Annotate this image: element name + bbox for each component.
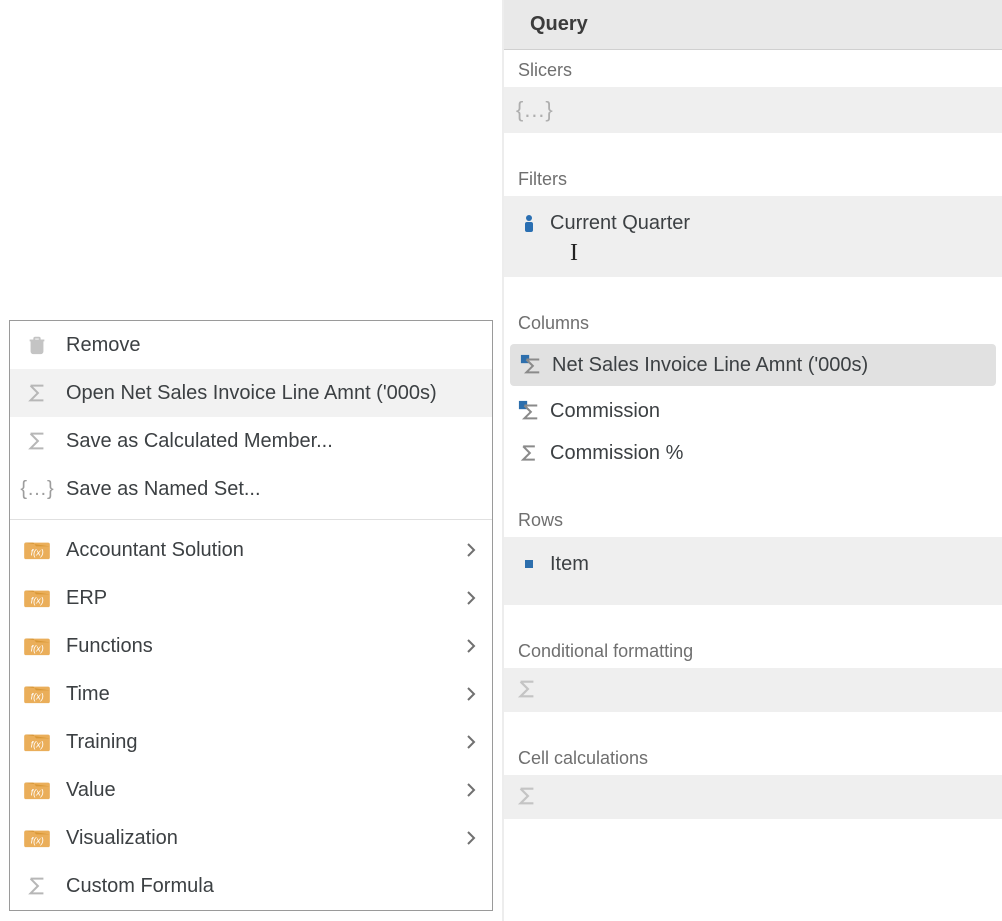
- menu-folder-accountant-solution[interactable]: f(x) Accountant Solution: [10, 526, 492, 574]
- menu-label: Save as Calculated Member...: [66, 430, 478, 453]
- chevron-right-icon: [464, 543, 478, 557]
- trash-icon: [22, 334, 52, 356]
- columns-dropzone[interactable]: Net Sales Invoice Line Amnt ('000s) Comm…: [504, 340, 1002, 474]
- section-label: Cell calculations: [504, 738, 1002, 775]
- chevron-right-icon: [464, 783, 478, 797]
- svg-text:f(x): f(x): [31, 788, 44, 798]
- query-panel: Query Slicers {…} Filters Current Quarte: [504, 0, 1002, 921]
- chevron-right-icon: [464, 735, 478, 749]
- menu-item-remove[interactable]: Remove: [10, 321, 492, 369]
- column-item-label: Net Sales Invoice Line Amnt ('000s): [552, 354, 868, 377]
- row-item-label: Item: [550, 553, 589, 576]
- chevron-right-icon: [464, 831, 478, 845]
- menu-item-save-named-set[interactable]: {…} Save as Named Set...: [10, 465, 492, 513]
- folder-fx-icon: f(x): [22, 779, 52, 801]
- text-cursor-icon: I: [570, 240, 578, 266]
- menu-item-custom-formula[interactable]: Custom Formula: [10, 862, 492, 910]
- section-label: Conditional formatting: [504, 631, 1002, 668]
- menu-label: Accountant Solution: [66, 539, 464, 562]
- context-menu: Remove Open Net Sales Invoice Line Amnt …: [9, 320, 493, 911]
- menu-folder-time[interactable]: f(x) Time: [10, 670, 492, 718]
- folder-fx-icon: f(x): [22, 731, 52, 753]
- chevron-right-icon: [464, 687, 478, 701]
- section-label: Rows: [504, 500, 1002, 537]
- sigma-icon: [516, 443, 542, 463]
- column-item-label: Commission %: [550, 442, 683, 465]
- calculated-measure-icon: [518, 354, 544, 376]
- member-icon: [516, 213, 542, 233]
- section-label: Filters: [504, 159, 1002, 196]
- menu-label: Open Net Sales Invoice Line Amnt ('000s): [66, 382, 478, 405]
- sigma-icon: [22, 382, 52, 404]
- filters-dropzone[interactable]: Current Quarter I: [504, 196, 1002, 277]
- sigma-placeholder-icon: [504, 674, 1002, 704]
- chevron-right-icon: [464, 591, 478, 605]
- section-conditional-formatting: Conditional formatting: [504, 631, 1002, 738]
- menu-folder-erp[interactable]: f(x) ERP: [10, 574, 492, 622]
- folder-fx-icon: f(x): [22, 539, 52, 561]
- condfmt-dropzone[interactable]: [504, 668, 1002, 712]
- section-cell-calculations: Cell calculations: [504, 738, 1002, 845]
- menu-folder-functions[interactable]: f(x) Functions: [10, 622, 492, 670]
- section-label: Slicers: [504, 50, 1002, 87]
- menu-item-save-calculated-member[interactable]: Save as Calculated Member...: [10, 417, 492, 465]
- sigma-icon: [22, 430, 52, 452]
- section-rows: Rows Item: [504, 500, 1002, 631]
- section-slicers: Slicers {…}: [504, 50, 1002, 159]
- svg-text:f(x): f(x): [31, 692, 44, 702]
- folder-fx-icon: f(x): [22, 587, 52, 609]
- folder-fx-icon: f(x): [22, 827, 52, 849]
- panel-title: Query: [504, 0, 1002, 50]
- menu-folder-visualization[interactable]: f(x) Visualization: [10, 814, 492, 862]
- filter-item-current-quarter[interactable]: Current Quarter: [504, 202, 1002, 244]
- menu-label: Value: [66, 779, 464, 802]
- calculated-measure-icon: [516, 400, 542, 422]
- named-set-icon: {…}: [22, 479, 52, 499]
- menu-label: Custom Formula: [66, 875, 478, 898]
- menu-label: Save as Named Set...: [66, 478, 478, 501]
- column-item-commission[interactable]: Commission: [504, 390, 1002, 432]
- menu-label: Visualization: [66, 827, 464, 850]
- column-item-net-sales[interactable]: Net Sales Invoice Line Amnt ('000s): [510, 344, 996, 386]
- filter-item-label: Current Quarter: [550, 212, 690, 235]
- section-columns: Columns Net Sales Invoice Line Amnt ('00…: [504, 303, 1002, 500]
- named-set-placeholder-icon: {…}: [504, 93, 1002, 127]
- sigma-icon: [22, 875, 52, 897]
- folder-fx-icon: f(x): [22, 683, 52, 705]
- menu-label: ERP: [66, 587, 464, 610]
- svg-text:f(x): f(x): [31, 596, 44, 606]
- column-item-label: Commission: [550, 400, 660, 423]
- column-item-commission-pct[interactable]: Commission %: [504, 432, 1002, 474]
- row-item-item[interactable]: Item: [504, 543, 1002, 585]
- svg-text:f(x): f(x): [31, 548, 44, 558]
- canvas-area: Remove Open Net Sales Invoice Line Amnt …: [0, 0, 504, 921]
- menu-label: Training: [66, 731, 464, 754]
- menu-folder-training[interactable]: f(x) Training: [10, 718, 492, 766]
- folder-fx-icon: f(x): [22, 635, 52, 657]
- rows-dropzone[interactable]: Item: [504, 537, 1002, 605]
- slicers-dropzone[interactable]: {…}: [504, 87, 1002, 133]
- section-filters: Filters Current Quarter I: [504, 159, 1002, 303]
- menu-label: Time: [66, 683, 464, 706]
- menu-folder-value[interactable]: f(x) Value: [10, 766, 492, 814]
- cellcalc-dropzone[interactable]: [504, 775, 1002, 819]
- svg-text:f(x): f(x): [31, 740, 44, 750]
- sigma-placeholder-icon: [504, 781, 1002, 811]
- chevron-right-icon: [464, 639, 478, 653]
- menu-label: Functions: [66, 635, 464, 658]
- menu-item-open-measure[interactable]: Open Net Sales Invoice Line Amnt ('000s): [10, 369, 492, 417]
- section-label: Columns: [504, 303, 1002, 340]
- dimension-icon: [516, 557, 542, 571]
- menu-separator: [10, 519, 492, 520]
- menu-label: Remove: [66, 334, 478, 357]
- svg-text:f(x): f(x): [31, 836, 44, 846]
- svg-text:f(x): f(x): [31, 644, 44, 654]
